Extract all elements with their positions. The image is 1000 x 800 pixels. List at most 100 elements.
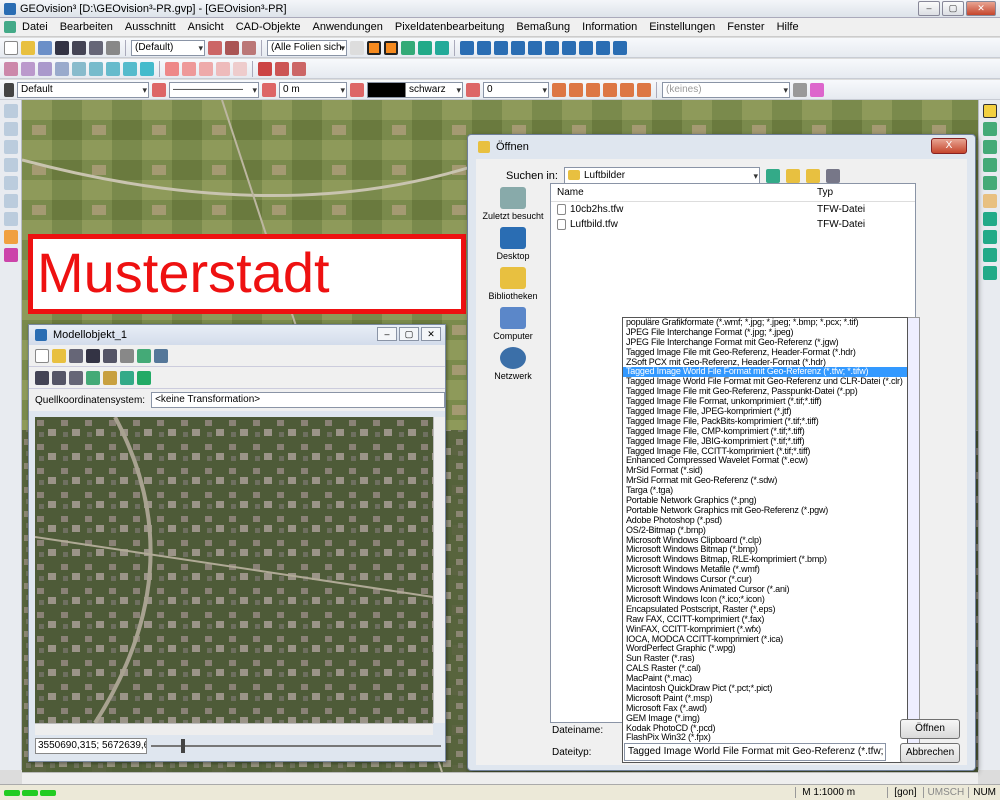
filetype-select[interactable]: Tagged Image World File Format mit Geo-R…: [624, 743, 886, 761]
size-input[interactable]: 0 m: [279, 81, 347, 98]
filetype-option[interactable]: Microsoft Windows Clipboard (*.clp): [623, 536, 907, 546]
mirror-icon[interactable]: [216, 61, 230, 76]
model-open-icon[interactable]: [52, 348, 66, 363]
filetype-option[interactable]: WinFAX, CCITT-komprimiert (*.wfx): [623, 625, 907, 635]
menu-anwendungen[interactable]: Anwendungen: [307, 21, 389, 33]
place-recent[interactable]: Zuletzt besucht: [482, 187, 544, 221]
file-row[interactable]: Luftbild.tfw TFW-Datei: [551, 217, 915, 232]
menu-ausschnitt[interactable]: Ausschnitt: [119, 21, 182, 33]
search-icon[interactable]: [38, 40, 52, 55]
model-import-icon[interactable]: [69, 348, 83, 363]
menu-ansicht[interactable]: Ansicht: [182, 21, 230, 33]
save-all-icon[interactable]: [72, 40, 86, 55]
filetype-option[interactable]: Microsoft Windows Bitmap, RLE-komprimier…: [623, 555, 907, 565]
open-icon[interactable]: [21, 40, 35, 55]
model-save-icon[interactable]: [86, 348, 100, 363]
filetype-option[interactable]: CALS Raster (*.cal): [623, 664, 907, 674]
info4-icon[interactable]: [511, 40, 525, 55]
snap3-icon[interactable]: [982, 248, 997, 262]
filetype-option[interactable]: Raw FAX, CCITT-komprimiert (*.fax): [623, 615, 907, 625]
filetype-option[interactable]: Microsoft Paint (*.msp): [623, 694, 907, 704]
zoom-out-icon[interactable]: [982, 140, 997, 154]
filetype-option[interactable]: Encapsulated Postscript, Raster (*.eps): [623, 605, 907, 615]
view-combo[interactable]: (Default): [131, 39, 205, 56]
zoom-all-icon[interactable]: [982, 158, 997, 172]
menu-cad-objekte[interactable]: CAD-Objekte: [230, 21, 307, 33]
class-combo[interactable]: (keines): [662, 81, 790, 98]
info6-icon[interactable]: [545, 40, 559, 55]
model-vertical-scrollbar[interactable]: [433, 417, 445, 723]
tool-poly-icon[interactable]: [3, 212, 18, 226]
tool-line-icon[interactable]: [3, 140, 18, 154]
up-folder-icon[interactable]: [785, 169, 800, 183]
filetype-option[interactable]: Tagged Image File, CCITT-komprimiert (*.…: [623, 447, 907, 457]
dialog-close-button[interactable]: X: [931, 138, 967, 154]
filetype-option[interactable]: populäre Grafikformate (*.wmf; *.jpg; *.…: [623, 318, 907, 328]
filetype-option[interactable]: JPEG File Interchange Format (*.jpg; *.j…: [623, 328, 907, 338]
filetype-option[interactable]: Portable Network Graphics mit Geo-Refere…: [623, 506, 907, 516]
color-icon[interactable]: [103, 370, 117, 385]
model-geo-icon[interactable]: [154, 348, 168, 363]
style1-icon[interactable]: [552, 82, 566, 97]
linetype-combo[interactable]: ———————: [169, 81, 259, 98]
paste-icon[interactable]: [52, 370, 66, 385]
chart-icon[interactable]: [435, 40, 449, 55]
tool-arc-icon[interactable]: [3, 176, 18, 190]
style6-icon[interactable]: [637, 82, 651, 97]
info-icon[interactable]: [460, 40, 474, 55]
filetype-option[interactable]: Targa (*.tga): [623, 486, 907, 496]
info8-icon[interactable]: [579, 40, 593, 55]
layer3-icon[interactable]: [242, 40, 256, 55]
place-computer[interactable]: Computer: [482, 307, 544, 341]
line-icon[interactable]: [21, 61, 35, 76]
frame-icon[interactable]: [384, 40, 398, 55]
image-icon[interactable]: [120, 370, 134, 385]
layer-props-icon[interactable]: [152, 82, 166, 97]
filetype-option[interactable]: Tagged Image File, PackBits-komprimiert …: [623, 417, 907, 427]
style5-icon[interactable]: [620, 82, 634, 97]
filetype-dropdown-scrollbar[interactable]: [908, 317, 920, 763]
filetype-option[interactable]: IOCA, MODCA CCITT-komprimiert (*.ica): [623, 635, 907, 645]
open-button[interactable]: Öffnen: [900, 719, 960, 739]
filetype-option[interactable]: Enhanced Compressed Wavelet Format (*.ec…: [623, 456, 907, 466]
model-new-icon[interactable]: [35, 348, 49, 363]
palette-icon[interactable]: [810, 82, 824, 97]
model-horizontal-scrollbar[interactable]: [35, 723, 433, 735]
polyline-icon[interactable]: [38, 61, 52, 76]
symbol-icon[interactable]: [106, 61, 120, 76]
model-maximize-button[interactable]: ▢: [399, 327, 419, 341]
model-zoom-slider[interactable]: [151, 739, 441, 753]
filetype-option[interactable]: MrSid Format (*.sid): [623, 466, 907, 476]
column-name[interactable]: Name: [551, 187, 811, 198]
style3-icon[interactable]: [586, 82, 600, 97]
model-aerial-image[interactable]: [35, 417, 433, 723]
scale-icon[interactable]: [199, 61, 213, 76]
folien-combo[interactable]: (Alle Folien sich: [267, 39, 347, 56]
place-libraries[interactable]: Bibliotheken: [482, 267, 544, 301]
erase-icon[interactable]: [69, 370, 83, 385]
filetype-option[interactable]: MrSid Format mit Geo-Referenz (*.sdw): [623, 476, 907, 486]
tool-mark-icon[interactable]: [3, 248, 18, 262]
tool-point-icon[interactable]: [3, 122, 18, 136]
home-icon[interactable]: [793, 82, 807, 97]
main-horizontal-scrollbar[interactable]: [22, 772, 978, 784]
model-close-button[interactable]: ✕: [421, 327, 441, 341]
model-minimize-button[interactable]: ‒: [377, 327, 397, 341]
linetype-props-icon[interactable]: [262, 82, 276, 97]
back-icon[interactable]: [765, 169, 780, 183]
place-desktop[interactable]: Desktop: [482, 227, 544, 261]
filetype-option[interactable]: Tagged Image File mit Geo-Referenz, Head…: [623, 348, 907, 358]
save-icon[interactable]: [55, 40, 69, 55]
maximize-button[interactable]: ▢: [942, 1, 964, 16]
move-icon[interactable]: [165, 61, 179, 76]
menu-datei[interactable]: Datei: [16, 21, 54, 33]
info3-icon[interactable]: [494, 40, 508, 55]
filetype-option[interactable]: Macintosh QuickDraw Pict (*.pct;*.pict): [623, 684, 907, 694]
filetype-option[interactable]: GEM Image (*.img): [623, 714, 907, 724]
info10-icon[interactable]: [613, 40, 627, 55]
menu-fenster[interactable]: Fenster: [721, 21, 770, 33]
zoom-prev-icon[interactable]: [982, 176, 997, 190]
cut-icon[interactable]: [35, 370, 49, 385]
new-folder-icon[interactable]: [805, 169, 820, 183]
measure-icon[interactable]: [258, 61, 272, 76]
